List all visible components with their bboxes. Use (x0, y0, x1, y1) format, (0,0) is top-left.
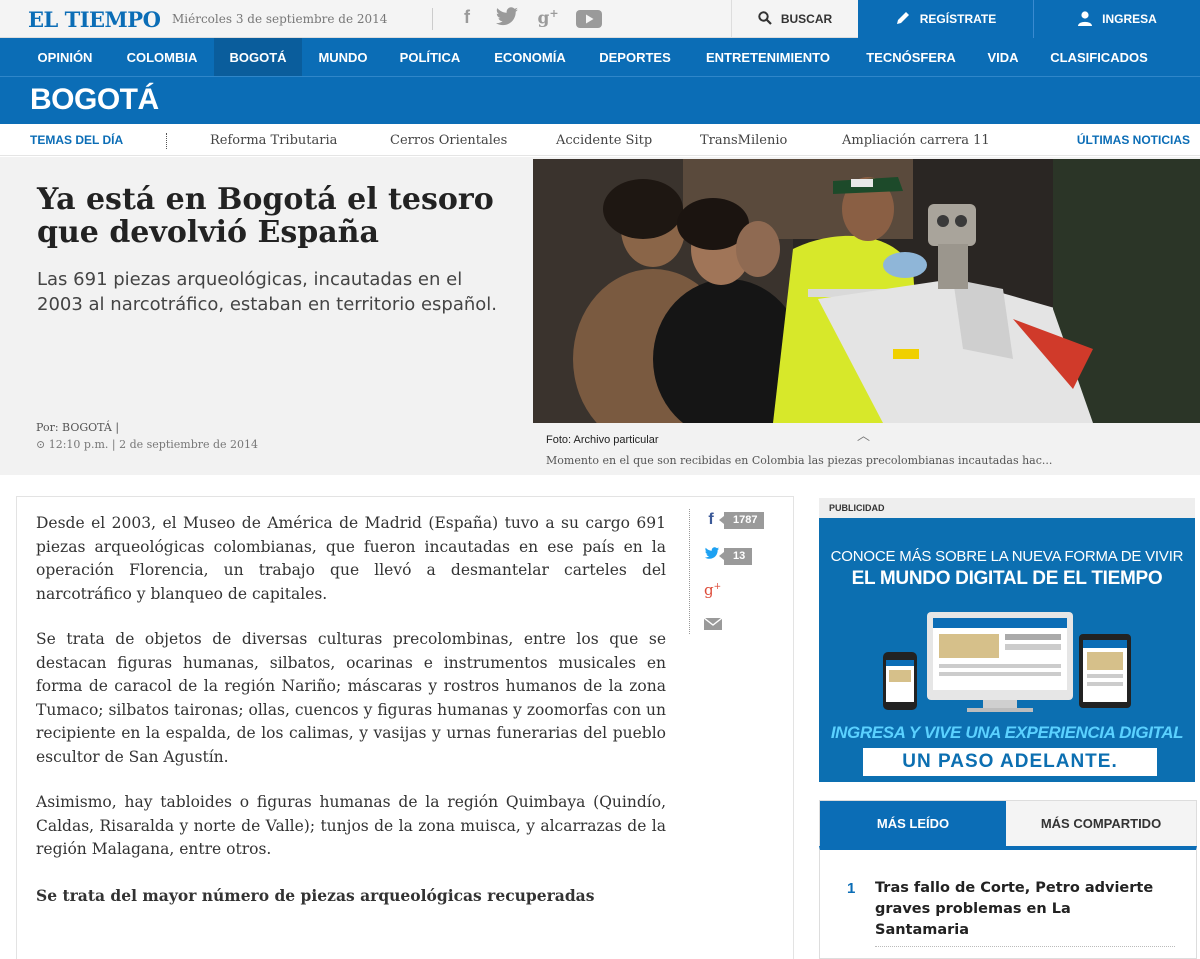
youtube-icon[interactable] (576, 10, 602, 34)
topics-label: TEMAS DEL DÍA (30, 133, 124, 147)
nav-item-mundo[interactable]: MUNDO (302, 38, 384, 76)
register-button[interactable]: REGÍSTRATE (858, 0, 1033, 38)
search-icon (758, 10, 772, 28)
ad-cta: UN PASO ADELANTE. (863, 748, 1157, 776)
byline[interactable]: Por: BOGOTÁ | (36, 421, 119, 434)
ad-title: EL MUNDO DIGITAL DE EL TIEMPO (851, 568, 1163, 589)
topic-link[interactable]: Cerros Orientales (390, 133, 507, 148)
photo-caption: Momento en el que son recibidas en Colom… (546, 454, 1053, 467)
publish-time: ⊙ 12:10 p.m. | 2 de septiembre de 2014 (36, 438, 259, 451)
nav-item-opinion[interactable]: OPINIÓN (20, 38, 110, 76)
topic-link[interactable]: Ampliación carrera 11 (842, 133, 990, 148)
article-subhead: Las 691 piezas arqueológicas, incautadas… (37, 269, 498, 315)
twitter-share-button[interactable]: 13 (704, 545, 753, 567)
ad-tagline: INGRESA Y VIVE UNA EXPERIENCIA DIGITAL (830, 723, 1184, 742)
current-date: Miércoles 3 de septiembre de 2014 (172, 12, 388, 26)
section-title: BOGOTÁ (30, 83, 159, 116)
rank-number: 1 (847, 880, 856, 897)
nav-item-economia[interactable]: ECONOMÍA (476, 38, 584, 76)
topic-link[interactable]: Accidente Sitp (556, 133, 652, 148)
login-label: INGRESA (1102, 12, 1157, 26)
article-photo[interactable] (533, 159, 1200, 423)
google-plus-icon: g+ (704, 581, 722, 599)
divider (166, 133, 168, 149)
facebook-share-count: 1787 (718, 511, 765, 529)
devices-illustration (883, 610, 1133, 714)
hero-section: Ya está en Bogotá el tesoro que devolvió… (0, 157, 1200, 475)
article-paragraph: Asimismo, hay tabloides o figuras humana… (36, 793, 666, 858)
nav-item-clasificados[interactable]: CLASIFICADOS (1034, 38, 1164, 76)
section-header: BOGOTÁ (0, 76, 1200, 124)
twitter-icon[interactable] (494, 7, 520, 31)
clock-icon: ⊙ (36, 438, 46, 451)
facebook-icon[interactable]: f (458, 7, 476, 31)
article-paragraph: Desde el 2003, el Museo de América de Ma… (36, 514, 666, 603)
tab-most-shared[interactable]: MÁS COMPARTIDO (1006, 801, 1196, 847)
topic-link[interactable]: TransMilenio (700, 133, 787, 148)
most-read-item[interactable]: Tras fallo de Corte, Petro advierte grav… (875, 878, 1165, 941)
google-plus-icon[interactable]: g+ (534, 7, 562, 31)
chevron-up-icon[interactable]: ︿ (857, 425, 870, 444)
divider (875, 946, 1175, 947)
divider (432, 8, 433, 30)
nav-item-deportes[interactable]: DEPORTES (584, 38, 686, 76)
envelope-icon (703, 617, 723, 635)
photo-credit: Foto: Archivo particular (546, 434, 659, 446)
article-paragraph: Se trata del mayor número de piezas arqu… (36, 885, 595, 905)
topics-bar: TEMAS DEL DÍA Reforma Tributaria Cerros … (0, 124, 1200, 156)
search-button[interactable]: BUSCAR (731, 0, 858, 38)
register-label: REGÍSTRATE (919, 12, 997, 26)
nav-item-tecnosfera[interactable]: TECNÓSFERA (850, 38, 972, 76)
topic-link[interactable]: Reforma Tributaria (210, 133, 337, 148)
nav-item-politica[interactable]: POLÍTICA (384, 38, 476, 76)
login-button[interactable]: INGRESA (1033, 0, 1200, 38)
advertisement[interactable]: PUBLICIDAD CONOCE MÁS SOBRE LA NUEVA FOR… (819, 498, 1195, 782)
google-plus-share-button[interactable]: g+ (704, 579, 722, 601)
site-logo[interactable]: EL TIEMPO (28, 7, 161, 32)
ad-headline: CONOCE MÁS SOBRE LA NUEVA FORMA DE VIVIR (830, 548, 1184, 565)
email-share-button[interactable] (703, 615, 723, 637)
nav-item-bogota[interactable]: BOGOTÁ (214, 38, 302, 76)
user-icon (1077, 10, 1093, 29)
ad-label: PUBLICIDAD (819, 498, 1195, 518)
twitter-icon (704, 547, 720, 565)
article-headline: Ya está en Bogotá el tesoro que devolvió… (37, 182, 494, 250)
twitter-share-count: 13 (718, 547, 753, 565)
most-tabs: MÁS LEÍDO MÁS COMPARTIDO (819, 800, 1197, 847)
facebook-share-button[interactable]: f 1787 (704, 509, 765, 531)
nav-item-colombia[interactable]: COLOMBIA (110, 38, 214, 76)
latest-news-link[interactable]: ÚLTIMAS NOTICIAS (1077, 133, 1190, 147)
pencil-icon (895, 10, 911, 29)
nav-item-vida[interactable]: VIDA (972, 38, 1034, 76)
tab-most-read[interactable]: MÁS LEÍDO (820, 801, 1006, 847)
main-nav: OPINIÓN COLOMBIA BOGOTÁ MUNDO POLÍTICA E… (0, 38, 1200, 76)
facebook-icon: f (708, 511, 714, 528)
most-read-list: 1 Tras fallo de Corte, Petro advierte gr… (819, 846, 1197, 959)
search-label: BUSCAR (780, 12, 833, 26)
top-bar: EL TIEMPO Miércoles 3 de septiembre de 2… (0, 0, 1200, 38)
share-bar: f 1787 13 g+ (689, 509, 779, 634)
nav-item-entretenimiento[interactable]: ENTRETENIMIENTO (686, 38, 850, 76)
article-paragraph: Se trata de objetos de diversas culturas… (36, 630, 666, 766)
article-body: Desde el 2003, el Museo de América de Ma… (36, 512, 666, 929)
